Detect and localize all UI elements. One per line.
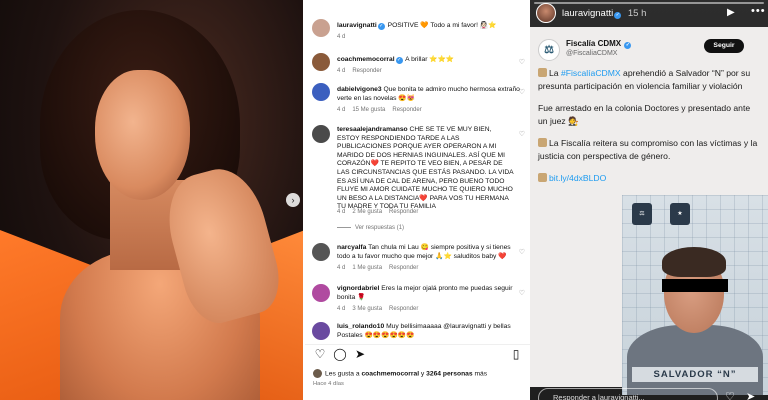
likes-count[interactable]: 2 Me gusta	[352, 209, 382, 215]
comment-meta: 4 d	[337, 34, 346, 40]
heart-icon[interactable]: ♡	[519, 58, 525, 66]
heart-icon[interactable]: ♡	[313, 347, 327, 361]
reply-button[interactable]: Responder	[389, 306, 418, 312]
share-icon[interactable]: ➤	[353, 347, 367, 361]
reply-button[interactable]: Responder	[392, 107, 421, 113]
heart-icon[interactable]: ♡	[725, 390, 735, 400]
name-plate: SALVADOR “N”	[632, 367, 758, 382]
send-icon[interactable]: ➤	[746, 390, 755, 400]
bookmark-icon[interactable]: ▯	[509, 347, 523, 361]
comment-text: POSITIVE 🧡 Todo a mi favor! 👰🏻⭐	[387, 22, 497, 29]
story-time: 15 h	[627, 8, 647, 19]
comment-text: CHE SE TE VE MUY BIEN, ESTOY RESPONDIEND…	[337, 126, 514, 211]
hashtag-link[interactable]: #FiscalíaCDMX	[561, 68, 621, 78]
comment-item: narcyalfa Tan chula mi Lau 😋 siempre pos…	[312, 243, 527, 279]
avatar: ⚖	[538, 39, 560, 61]
comment-user[interactable]: dabielvigone3	[337, 86, 382, 93]
story-header: lauravignatti ✓ 15 h ▶ •••	[536, 3, 766, 23]
comment-meta: 4 d1 Me gusta Responder	[337, 265, 419, 271]
avatar[interactable]	[312, 19, 330, 37]
verified-icon: ✓	[395, 57, 403, 64]
post-photo: ›	[0, 0, 303, 400]
likes-user[interactable]: coachmemocorral	[361, 370, 419, 377]
likes-count[interactable]: 3264 personas	[426, 370, 472, 377]
comment-user[interactable]: lauravignatti	[337, 22, 377, 29]
tweet-body: La #FiscalíaCDMX aprehendió a Salvador “…	[538, 67, 760, 195]
comment-item: dabielvigone3 Que bonita te admiro mucho…	[312, 83, 527, 117]
story-viewer: lauravignatti ✓ 15 h ▶ ••• ⚖ Fiscalía CDM…	[530, 0, 768, 400]
comment-item: coachmemocorral ✓ A brillar ⭐⭐⭐ 4 d Respon…	[312, 53, 527, 83]
avatar[interactable]	[312, 53, 330, 71]
avatar	[313, 369, 322, 378]
comment-meta: 4 d 15 Me gusta Responder	[337, 107, 422, 113]
comment-item: luis_rolando10 Muy bellisimaaaaa @laurav…	[312, 322, 527, 344]
avatar[interactable]	[312, 243, 330, 261]
story-user[interactable]: lauravignatti	[562, 8, 613, 19]
mugshot-image: ⚖ ★ SALVADOR “N”	[622, 195, 768, 395]
view-replies-button[interactable]: Ver respuestas (1)	[337, 225, 404, 231]
reply-button[interactable]: Responder	[352, 68, 381, 74]
heart-icon[interactable]: ♡	[519, 248, 525, 256]
chevron-right-icon[interactable]: ›	[286, 193, 300, 207]
comment-item: vignordabriel Eres la mejor ojalá pronto…	[312, 284, 527, 318]
censor-bar	[662, 279, 728, 292]
mugshot-hair	[662, 247, 726, 277]
likes-count[interactable]: 3 Me gusta	[352, 306, 382, 312]
tweet-paragraph: Fue arrestado en la colonia Doctores y p…	[538, 103, 751, 126]
tweet-author: Fiscalía CDMX	[566, 39, 622, 48]
verified-icon: ✓	[377, 23, 385, 30]
comment-icon[interactable]: ◯	[333, 347, 347, 361]
comment-item: teresaalejandramanso CHE SE TE VE MUY BI…	[312, 125, 527, 235]
comments-panel: lauravignatti ✓ POSITIVE 🧡 Todo a mi favo…	[305, 0, 530, 400]
avatar[interactable]	[536, 3, 556, 23]
avatar[interactable]	[312, 322, 330, 340]
comment-user[interactable]: teresaalejandramanso	[337, 126, 408, 133]
link-icon	[538, 173, 547, 182]
tweet-handle: @FiscaliaCDMX	[566, 50, 618, 57]
shield-logo-icon: ★	[670, 203, 690, 225]
handshake-icon	[538, 138, 547, 147]
comment-user[interactable]: vignordabriel	[337, 285, 379, 292]
comment-item: lauravignatti ✓ POSITIVE 🧡 Todo a mi favo…	[312, 19, 527, 49]
photo-face	[95, 70, 190, 200]
avatar[interactable]	[312, 125, 330, 143]
shield-logo-icon: ⚖	[632, 203, 652, 225]
reply-button[interactable]: Responder	[389, 209, 418, 215]
follow-button[interactable]: Seguir	[704, 39, 744, 53]
heart-icon[interactable]: ♡	[519, 130, 525, 138]
post-actions: ♡ ◯ ➤ ▯	[313, 347, 523, 363]
avatar[interactable]	[312, 83, 330, 101]
more-icon[interactable]: •••	[751, 5, 766, 17]
comment-meta: 4 d2 Me gusta Responder	[337, 209, 419, 215]
comment-user[interactable]: coachmemocorral	[337, 56, 395, 63]
heart-icon[interactable]: ♡	[519, 289, 525, 297]
likes-summary[interactable]: Les gusta a coachmemocorral y 3264 perso…	[313, 369, 487, 378]
comment-user[interactable]: narcyalfa	[337, 244, 366, 251]
likes-count[interactable]: 15 Me gusta	[352, 107, 385, 113]
reply-button[interactable]: Responder	[389, 265, 418, 271]
shared-tweet[interactable]: ⚖ Fiscalía CDMX ✓ @FiscaliaCDMX Seguir L…	[530, 27, 768, 395]
comment-user[interactable]: luis_rolando10	[337, 323, 384, 330]
likes-count[interactable]: 1 Me gusta	[352, 265, 382, 271]
heart-icon[interactable]: ♡	[519, 88, 525, 96]
story-reply-input[interactable]: Responder a lauravignatti...	[538, 388, 718, 400]
verified-icon: ✓	[614, 12, 622, 19]
comment-meta: 4 d Responder	[337, 68, 382, 74]
play-icon[interactable]: ▶	[727, 7, 735, 18]
verified-icon: ✓	[624, 42, 632, 49]
avatar[interactable]	[312, 284, 330, 302]
divider	[305, 344, 530, 345]
mugshot-body	[627, 325, 763, 395]
comment-text: A brillar ⭐⭐⭐	[405, 56, 455, 63]
post-date: Hace 4 días	[313, 381, 344, 387]
comment-meta: 4 d3 Me gusta Responder	[337, 306, 419, 312]
megaphone-icon	[538, 68, 547, 77]
tweet-link[interactable]: bit.ly/4dxBLDO	[549, 173, 606, 183]
